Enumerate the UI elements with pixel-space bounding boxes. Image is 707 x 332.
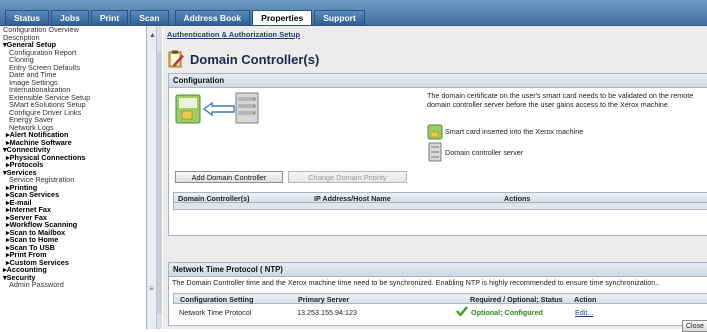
close-button[interactable]: Close: [682, 320, 707, 332]
tab-print[interactable]: Print: [90, 10, 129, 25]
top-tab-bar: Status Jobs Print Scan Address Book Propertie…: [0, 0, 707, 26]
ntp-description: The Domain Controller time and the Xerox…: [172, 278, 660, 287]
tab-address-book[interactable]: Address Book: [174, 10, 251, 25]
tab-jobs[interactable]: Jobs: [50, 10, 89, 25]
smartcard-to-server-illustration: [175, 92, 259, 124]
ntp-panel: Network Time Protocol ( NTP) The Domain …: [168, 262, 707, 326]
ntp-status: Optional; Configured: [471, 308, 543, 317]
collapse-arrow-icon[interactable]: ▲: [149, 32, 156, 39]
tab-support[interactable]: Support: [314, 10, 365, 25]
add-domain-controller-button[interactable]: Add Domain Controller: [175, 171, 283, 183]
ntp-header: Network Time Protocol ( NTP): [169, 263, 707, 277]
scrollbar-thumb[interactable]: [157, 52, 162, 314]
column-primary-server: Primary Server: [298, 295, 350, 304]
splitter-grip-icon[interactable]: ≡: [149, 284, 154, 293]
left-navigation: Configuration Overview Description ▾Genera…: [0, 26, 147, 329]
smartcard-icon: [427, 124, 443, 140]
clipboard-edit-icon: [168, 50, 184, 68]
sidebar-item[interactable]: Admin Password: [0, 281, 146, 289]
panel-splitter[interactable]: ▲ ≡: [147, 26, 157, 329]
ntp-edit-link[interactable]: Edit...: [575, 306, 593, 320]
ntp-setting-name: Network Time Protocol: [179, 308, 252, 317]
tab-scan[interactable]: Scan: [130, 10, 169, 25]
column-configuration-setting: Configuration Setting: [180, 295, 254, 304]
ntp-table-header: Configuration Setting Primary Server Req…: [173, 293, 707, 304]
column-status: Required / Optional; Status: [470, 295, 563, 304]
configuration-panel: Configuration The domain certificate on …: [168, 73, 707, 236]
ntp-primary-server: 13.253.155.94:123: [297, 308, 357, 317]
change-domain-priority-button[interactable]: Change Domain Priority: [288, 171, 407, 183]
main-content: Authentication & Authorization Setup Dom…: [163, 26, 707, 329]
legend-smartcard-label: Smart card inserted into the Xerox machi…: [445, 127, 584, 136]
configuration-header: Configuration: [169, 74, 707, 88]
tab-row: Status Jobs Print Scan Address Book Propertie…: [5, 10, 367, 25]
tab-status[interactable]: Status: [5, 10, 49, 25]
breadcrumb[interactable]: Authentication & Authorization Setup: [167, 30, 300, 39]
page-header: Domain Controller(s): [168, 50, 319, 68]
column-action: Action: [574, 295, 597, 304]
page-title: Domain Controller(s): [190, 51, 320, 67]
table-row: Network Time Protocol 13.253.155.94:123 …: [173, 306, 707, 320]
domain-controller-table-empty-row: [173, 203, 707, 210]
server-icon: [428, 142, 442, 162]
checkmark-icon: [456, 306, 468, 321]
domain-controller-table-header: Domain Controller(s) IP Address/Host Nam…: [173, 192, 707, 203]
tab-properties[interactable]: Properties: [252, 10, 313, 25]
legend-server-label: Domain controller server: [445, 148, 524, 157]
configuration-description: The domain certificate on the user's sma…: [427, 91, 694, 109]
